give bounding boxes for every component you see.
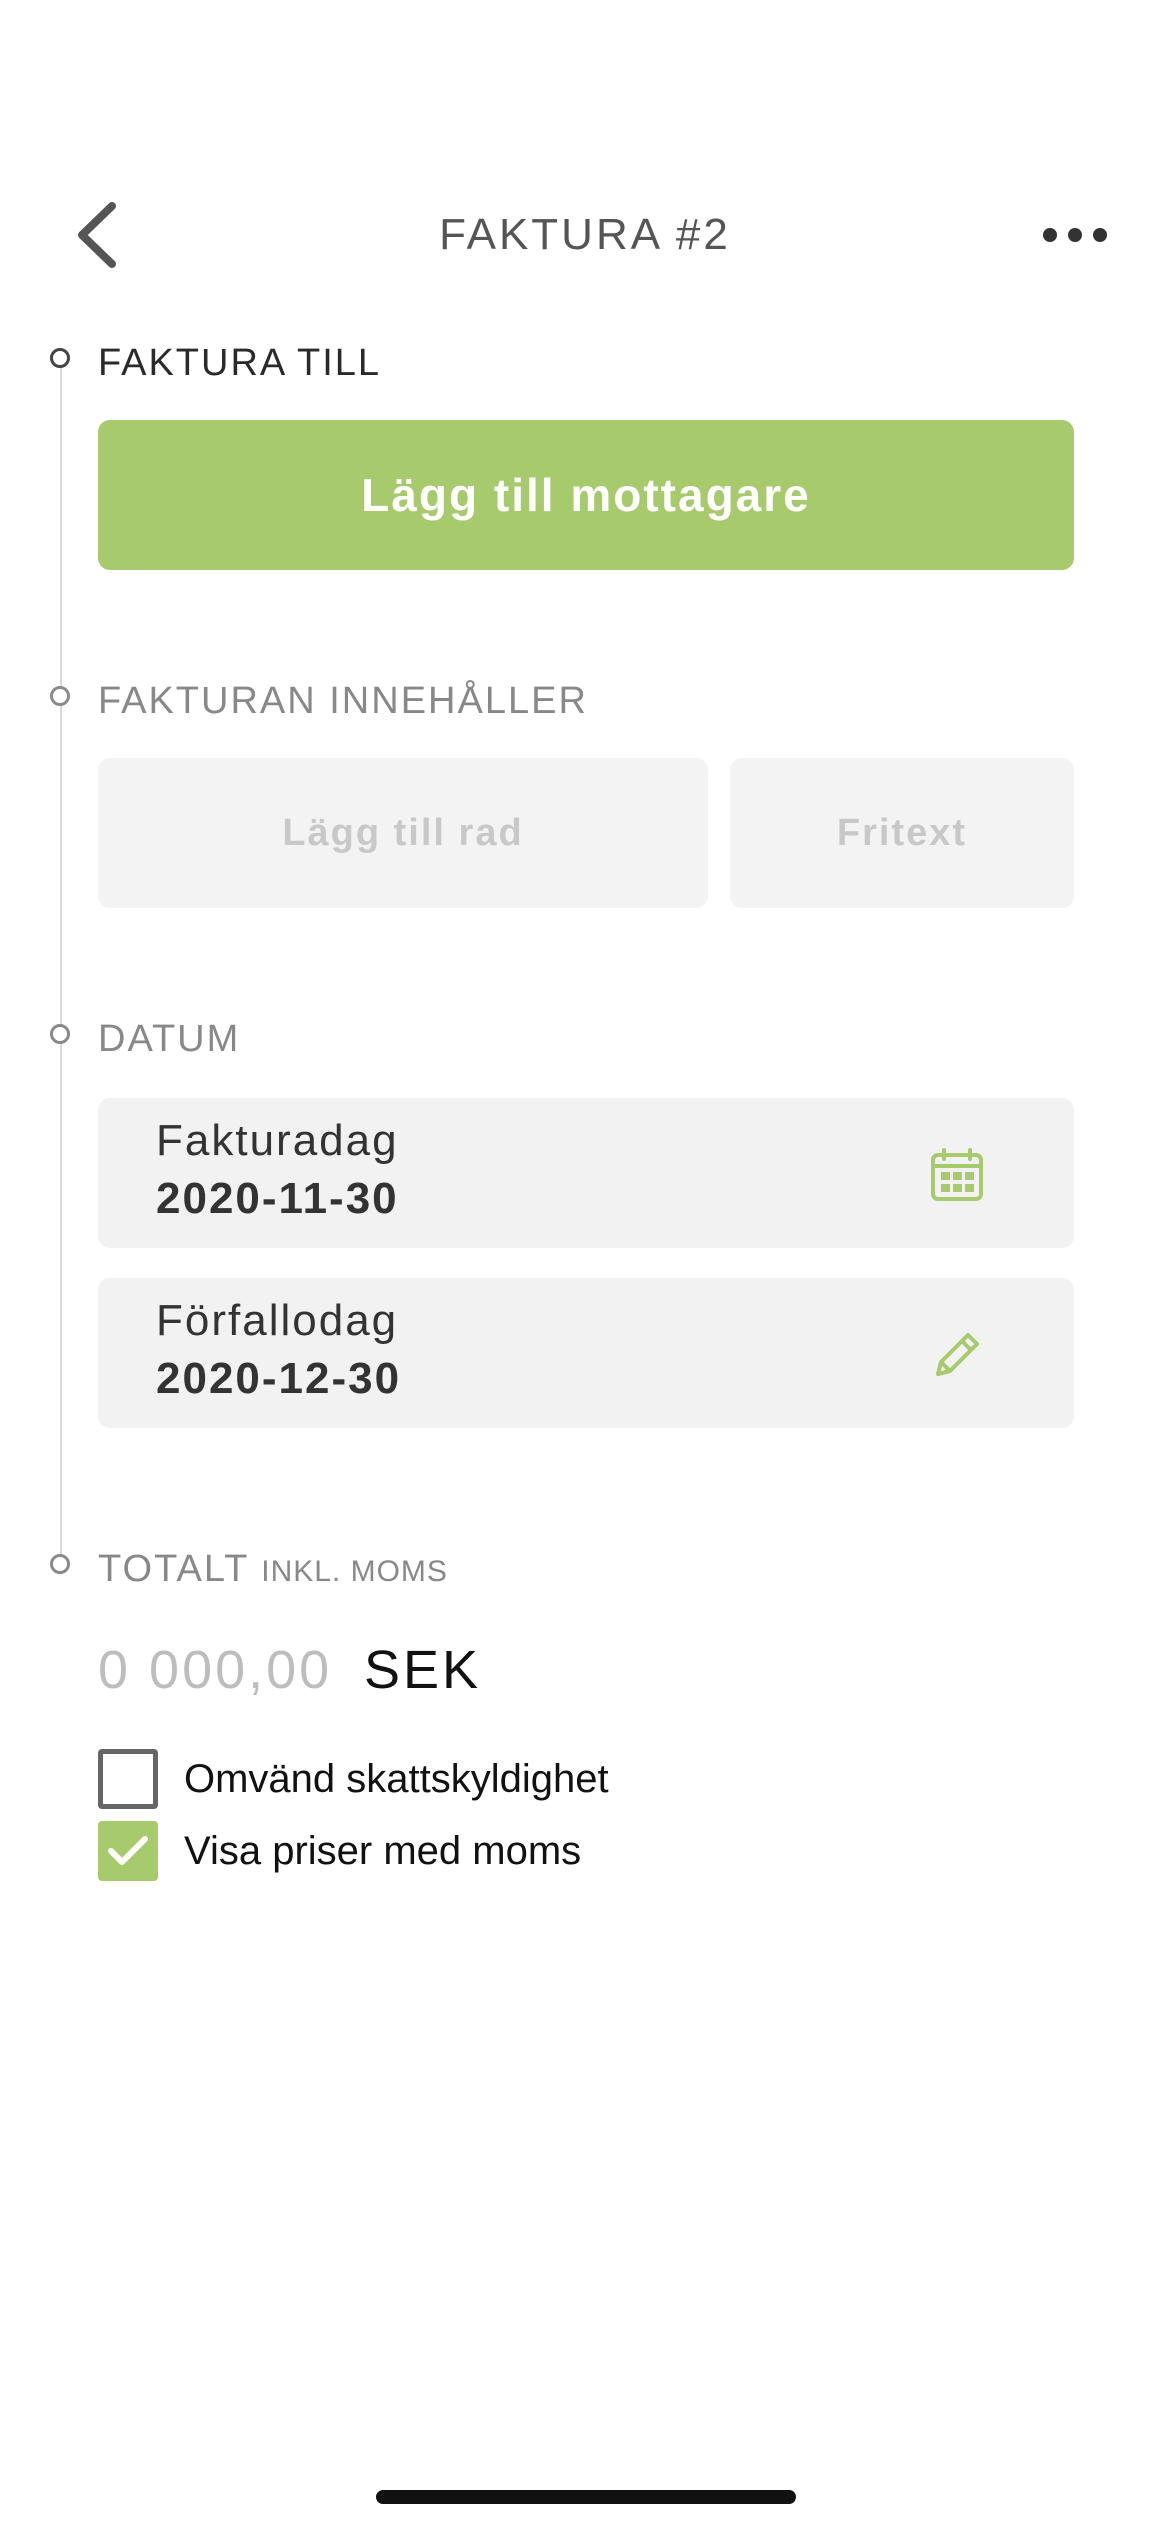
invoice-date-value: 2020-11-30 [156,1174,399,1223]
checkmark-icon [108,1836,148,1865]
due-date-value: 2020-12-30 [156,1354,402,1403]
free-text-button[interactable]: Fritext [730,758,1074,908]
more-horizontal-icon [1043,228,1107,242]
due-date-label: Förfallodag [156,1296,399,1345]
add-row-button[interactable]: Lägg till rad [98,758,708,908]
reverse-charge-label: Omvänd skattskyldighet [184,1756,609,1801]
total-section-heading: TOTALT INKL. MOMS [98,1544,448,1597]
calendar-icon[interactable] [930,1148,984,1202]
home-indicator [376,2490,796,2504]
show-prices-with-vat-option[interactable]: Visa priser med moms [98,1820,581,1882]
show-prices-with-vat-checkbox[interactable] [98,1821,158,1881]
free-text-label: Fritext [836,811,968,854]
reverse-charge-checkbox[interactable] [98,1749,158,1809]
content-section-heading: FAKTURAN INNEHÅLLER [98,680,588,722]
timeline-line [60,358,62,1568]
page-title: FAKTURA #2 [439,210,731,259]
due-date-field[interactable]: Förfallodag 2020-12-30 [98,1278,1074,1428]
add-recipient-label: Lägg till mottagare [361,469,811,521]
total-currency: SEK [364,1640,482,1700]
invoice-date-field[interactable]: Fakturadag 2020-11-30 [98,1098,1074,1248]
invoice-date-label: Fakturadag [156,1116,399,1165]
more-options-button[interactable] [1040,220,1110,250]
timeline-dot-dates [50,1024,70,1044]
timeline-dot-content [50,686,70,706]
add-recipient-button[interactable]: Lägg till mottagare [98,420,1074,570]
reverse-charge-option[interactable]: Omvänd skattskyldighet [98,1748,609,1810]
show-prices-with-vat-label: Visa priser med moms [184,1828,582,1873]
total-heading-main: TOTALT [98,1548,249,1590]
recipient-section-heading: FAKTURA TILL [98,342,382,384]
total-heading-suffix: INKL. MOMS [261,1555,448,1588]
dates-section-heading: DATUM [98,1018,241,1060]
timeline-dot-total [50,1554,70,1574]
pencil-icon[interactable] [930,1328,984,1382]
add-row-label: Lägg till rad [282,811,524,854]
timeline-dot-recipient [50,348,70,368]
total-amount: 0 000,00 [98,1640,333,1700]
